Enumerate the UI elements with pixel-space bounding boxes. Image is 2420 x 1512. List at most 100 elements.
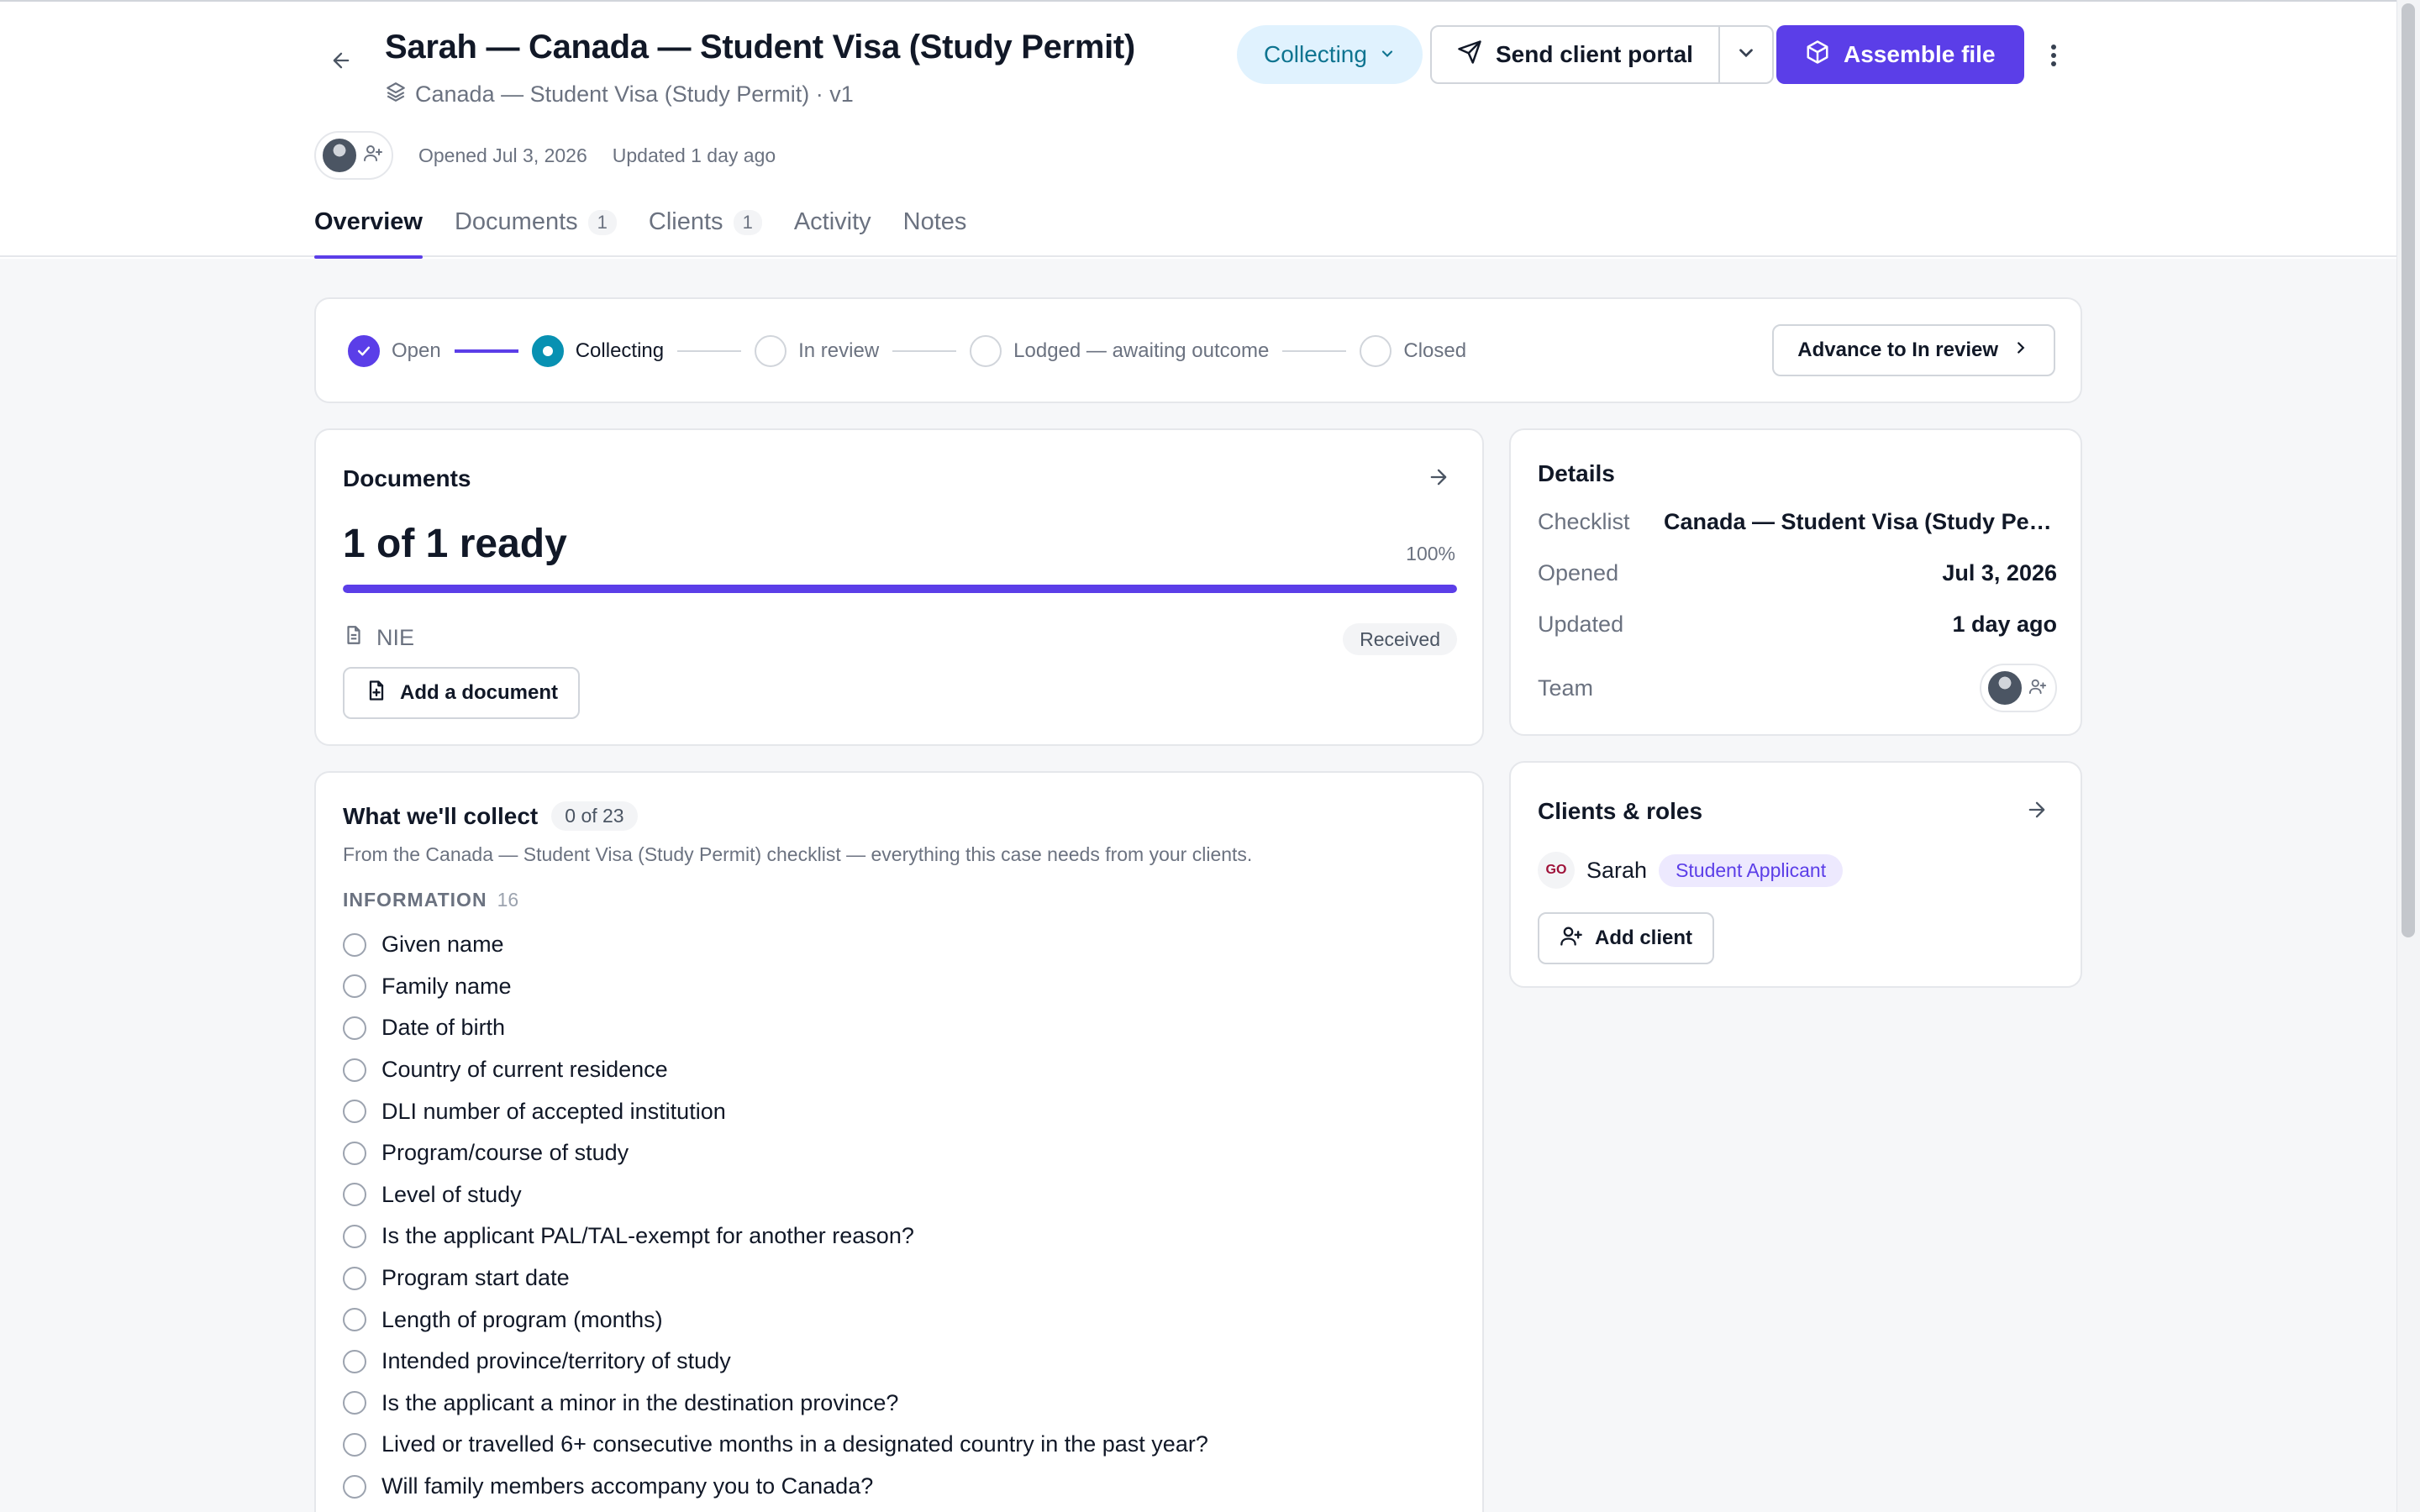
send-options-button[interactable] bbox=[1720, 27, 1772, 82]
item-label: Program start date bbox=[381, 1265, 570, 1291]
list-item[interactable]: Given name bbox=[343, 924, 1208, 966]
status-dropdown[interactable]: Collecting bbox=[1237, 25, 1423, 84]
send-portal-button[interactable]: Send client portal bbox=[1432, 27, 1720, 82]
list-item[interactable]: Program start date bbox=[343, 1257, 1208, 1299]
item-label: Is the applicant PAL/TAL-exempt for anot… bbox=[381, 1223, 914, 1249]
radio-icon[interactable] bbox=[343, 1474, 366, 1499]
status-badge: Received bbox=[1343, 623, 1457, 655]
clients-card: Clients & roles GO Sarah Student Applica… bbox=[1509, 761, 2082, 988]
item-label: Lived or travelled 6+ consecutive months… bbox=[381, 1431, 1208, 1457]
team-avatar-group[interactable] bbox=[1980, 664, 2057, 712]
list-item[interactable]: DLI number of accepted institution bbox=[343, 1090, 1208, 1132]
list-item[interactable]: Will family members accompany you to Can… bbox=[343, 1466, 1208, 1508]
back-arrow-icon[interactable] bbox=[321, 40, 361, 81]
list-item[interactable]: Date of birth bbox=[343, 1007, 1208, 1049]
add-client-button[interactable]: Add client bbox=[1538, 912, 1715, 964]
progress-percent: 100% bbox=[1406, 543, 1455, 564]
advance-status-button[interactable]: Advance to In review bbox=[1772, 324, 2055, 376]
collect-card: What we'll collect 0 of 23 From the Cana… bbox=[314, 771, 1484, 1512]
tab-documents[interactable]: Documents 1 bbox=[455, 198, 617, 257]
list-item[interactable]: Lived or travelled 6+ consecutive months… bbox=[343, 1424, 1208, 1466]
tab-activity[interactable]: Activity bbox=[794, 198, 871, 257]
list-item[interactable]: Family name bbox=[343, 966, 1208, 1008]
step-collecting: Collecting bbox=[531, 335, 664, 367]
step-label: In review bbox=[798, 339, 880, 362]
pending-step-icon bbox=[755, 335, 787, 367]
documents-progress-bar bbox=[343, 585, 1457, 593]
radio-icon[interactable] bbox=[343, 1058, 366, 1082]
radio-icon[interactable] bbox=[343, 974, 366, 999]
details-card: Details Checklist Canada — Student Visa … bbox=[1509, 428, 2082, 736]
team-avatar-group[interactable] bbox=[314, 131, 393, 180]
tab-notes[interactable]: Notes bbox=[903, 198, 967, 257]
item-label: DLI number of accepted institution bbox=[381, 1098, 726, 1124]
item-label: Is the applicant a minor in the destinat… bbox=[381, 1389, 899, 1415]
radio-icon[interactable] bbox=[343, 1183, 366, 1207]
item-label: Intended province/territory of study bbox=[381, 1348, 731, 1374]
detail-row-team: Team bbox=[1538, 664, 2057, 712]
case-header: Sarah — Canada — Student Visa (Study Per… bbox=[0, 0, 2396, 259]
radio-icon[interactable] bbox=[343, 1308, 366, 1332]
collect-title: What we'll collect bbox=[343, 802, 539, 829]
radio-icon[interactable] bbox=[343, 1100, 366, 1124]
clients-title: Clients & roles bbox=[1538, 798, 1703, 824]
tab-overview[interactable]: Overview bbox=[314, 198, 423, 259]
list-item[interactable]: Program/course of study bbox=[343, 1132, 1208, 1174]
list-item[interactable]: Is the applicant a minor in the destinat… bbox=[343, 1383, 1208, 1425]
assemble-file-button[interactable]: Assemble file bbox=[1776, 25, 2024, 84]
opened-date: Opened Jul 3, 2026 bbox=[418, 144, 587, 166]
list-item[interactable]: Is the applicant PAL/TAL-exempt for anot… bbox=[343, 1215, 1208, 1257]
send-portal-group: Send client portal bbox=[1430, 25, 1774, 84]
step-connector bbox=[1282, 350, 1347, 352]
client-name: Sarah bbox=[1586, 857, 1648, 883]
collect-items-list: Given name Family name Date of birth Cou… bbox=[343, 924, 1208, 1507]
avatar bbox=[321, 137, 358, 174]
step-connector bbox=[892, 350, 957, 352]
section-heading: INFORMATION 16 bbox=[343, 889, 518, 911]
radio-icon[interactable] bbox=[343, 932, 366, 957]
documents-summary: 1 of 1 ready bbox=[343, 522, 567, 566]
step-label: Lodged — awaiting outcome bbox=[1013, 339, 1270, 362]
pending-step-icon bbox=[1360, 335, 1392, 367]
collect-header: What we'll collect 0 of 23 bbox=[343, 801, 638, 831]
radio-icon[interactable] bbox=[343, 1266, 366, 1290]
scrollbar[interactable] bbox=[2396, 0, 2420, 1512]
scrollbar-thumb[interactable] bbox=[2402, 3, 2415, 937]
list-item[interactable]: Level of study bbox=[343, 1174, 1208, 1216]
radio-icon[interactable] bbox=[343, 1224, 366, 1248]
detail-row-updated: Updated 1 day ago bbox=[1538, 612, 2057, 638]
document-row[interactable]: NIE Received bbox=[343, 617, 1457, 659]
arrow-right-icon[interactable] bbox=[2025, 798, 2049, 826]
step-connector bbox=[677, 350, 742, 352]
pending-step-icon bbox=[970, 335, 1002, 367]
tab-clients[interactable]: Clients 1 bbox=[649, 198, 762, 257]
detail-row-checklist: Checklist Canada — Student Visa (Study P… bbox=[1538, 509, 2057, 535]
tab-label: Overview bbox=[314, 208, 423, 235]
step-label: Closed bbox=[1403, 339, 1467, 362]
avatar: GO bbox=[1538, 852, 1575, 889]
add-client-label: Add client bbox=[1595, 927, 1693, 949]
send-portal-label: Send client portal bbox=[1496, 41, 1693, 67]
list-item[interactable]: Country of current residence bbox=[343, 1049, 1208, 1091]
list-item[interactable]: Length of program (months) bbox=[343, 1299, 1208, 1341]
radio-icon[interactable] bbox=[343, 1432, 366, 1457]
stepper-steps: Open Collecting In review Lodged — await… bbox=[348, 333, 1466, 369]
client-row[interactable]: GO Sarah Student Applicant bbox=[1538, 852, 1844, 889]
chevron-down-icon bbox=[1735, 42, 1757, 68]
item-label: Date of birth bbox=[381, 1015, 506, 1041]
tab-count-badge: 1 bbox=[587, 210, 617, 235]
add-document-button[interactable]: Add a document bbox=[343, 667, 581, 719]
more-options-icon[interactable] bbox=[2035, 37, 2072, 74]
status-label: Collecting bbox=[1264, 41, 1367, 67]
advance-label: Advance to In review bbox=[1797, 339, 1998, 361]
add-member-icon bbox=[363, 143, 383, 168]
tab-label: Clients bbox=[648, 208, 723, 235]
arrow-right-icon[interactable] bbox=[1427, 465, 1450, 493]
radio-icon[interactable] bbox=[343, 1141, 366, 1165]
radio-icon[interactable] bbox=[343, 1391, 366, 1415]
radio-icon[interactable] bbox=[343, 1016, 366, 1040]
list-item[interactable]: Intended province/territory of study bbox=[343, 1341, 1208, 1383]
detail-value[interactable]: Canada — Student Visa (Study Permit) bbox=[1664, 509, 2057, 535]
radio-icon[interactable] bbox=[343, 1349, 366, 1373]
detail-value: Jul 3, 2026 bbox=[1942, 560, 2057, 585]
